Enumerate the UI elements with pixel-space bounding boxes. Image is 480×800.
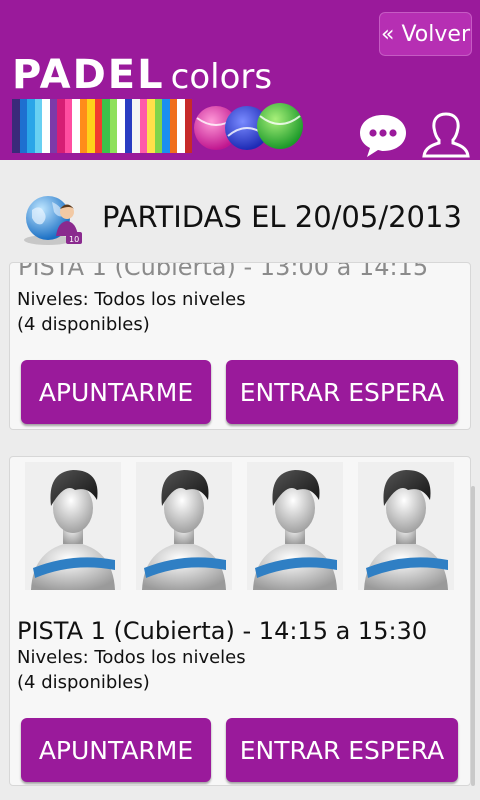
color-stripe (64, 99, 72, 153)
match-card: PISTA 1 (Cubierta) - 13:00 a 14:15 Nivel… (9, 262, 471, 430)
color-stripe (79, 99, 87, 153)
color-stripe (132, 99, 140, 153)
match-availability: (4 disponibles) (17, 672, 150, 693)
color-stripe (147, 99, 155, 153)
chat-icon[interactable] (358, 112, 408, 158)
svg-text:10: 10 (69, 235, 79, 244)
player-slot-avatar (247, 462, 343, 590)
tennis-balls-logo (194, 103, 303, 150)
player-slot-avatar (358, 462, 454, 590)
color-stripe (94, 99, 102, 153)
color-stripe (27, 99, 35, 153)
color-stripe (49, 99, 57, 153)
color-stripe (117, 99, 125, 153)
player-slot-avatar (25, 462, 121, 590)
page-header: 10 PARTIDAS EL 20/05/2013 (0, 180, 480, 256)
match-card: PISTA 1 (Cubierta) - 14:15 a 15:30 Nivel… (9, 456, 471, 786)
join-button[interactable]: APUNTARME (21, 360, 211, 424)
color-stripe (42, 99, 50, 153)
brand-name-bold: PADEL (12, 52, 165, 98)
color-stripe (72, 99, 80, 153)
join-button[interactable]: APUNTARME (21, 718, 211, 782)
scrollbar[interactable] (471, 486, 475, 786)
app-header: « Volver PADEL colors (0, 0, 480, 160)
match-availability: (4 disponibles) (17, 314, 150, 335)
color-stripes-logo (12, 99, 192, 153)
color-stripe (12, 99, 20, 153)
waitlist-button[interactable]: ENTRAR ESPERA (226, 360, 458, 424)
brand-logo: PADEL colors (12, 52, 272, 98)
color-stripe (34, 99, 42, 153)
color-stripe (109, 99, 117, 153)
color-stripe (154, 99, 162, 153)
color-stripe (102, 99, 110, 153)
match-title: PISTA 1 (Cubierta) - 13:00 a 14:15 (18, 262, 429, 281)
color-stripe (139, 99, 147, 153)
back-button[interactable]: « Volver (379, 12, 472, 56)
brand-name-light: colors (170, 57, 273, 97)
color-stripe (19, 99, 27, 153)
color-stripe (57, 99, 65, 153)
match-title: PISTA 1 (Cubierta) - 14:15 a 15:30 (17, 617, 428, 645)
color-stripe (169, 99, 177, 153)
player-slot-avatar (136, 462, 232, 590)
color-stripe (87, 99, 95, 153)
match-levels: Niveles: Todos los niveles (17, 289, 246, 310)
color-stripe (124, 99, 132, 153)
match-levels: Niveles: Todos los niveles (17, 647, 246, 668)
color-stripe (184, 99, 192, 153)
page-title: PARTIDAS EL 20/05/2013 (102, 200, 462, 234)
globe-user-icon: 10 (24, 196, 82, 245)
color-stripe (162, 99, 170, 153)
color-stripe (177, 99, 185, 153)
user-profile-icon[interactable] (422, 112, 470, 158)
waitlist-button[interactable]: ENTRAR ESPERA (226, 718, 458, 782)
